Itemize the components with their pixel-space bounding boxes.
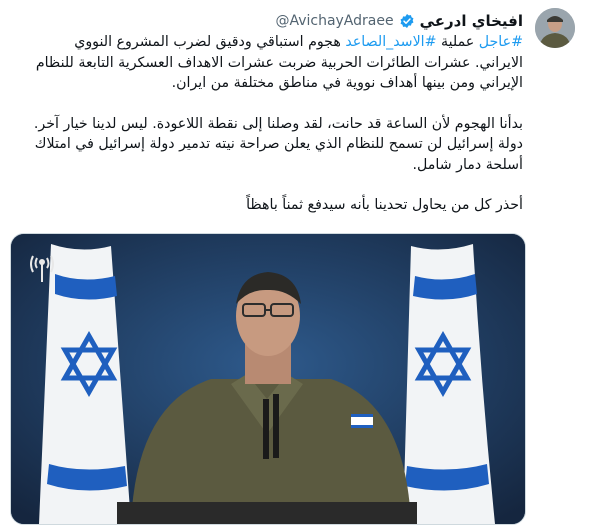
paragraph-2: بدأنا الهجوم لأن الساعة قد حانت، لقد وصل…: [15, 114, 523, 176]
text-p2-line2: دولة إسرائيل لن تسمح للنظام الذي يعلن صر…: [34, 136, 523, 152]
text-line3: الإيراني ومن بينها أهداف نووية في مناطق …: [171, 75, 523, 91]
tweet-media[interactable]: [10, 233, 526, 525]
paragraph-1: #عاجل عملية #الاسد_الصاعد هجوم استباقي و…: [15, 32, 523, 94]
text-p3: أحذر كل من يحاول تحدينا بأنه سيدفع ثمناً…: [246, 197, 523, 213]
verified-badge-icon: [399, 13, 415, 29]
text-line2: الايراني. عشرات الطائرات الحربية ضربت عش…: [35, 54, 523, 71]
handle[interactable]: @AvichayAdraee: [275, 13, 393, 29]
tweet-header: افيخاي ادرعي @AvichayAdraee: [275, 10, 523, 32]
tweet-text: #عاجل عملية #الاسد_الصاعد هجوم استباقي و…: [15, 32, 523, 216]
hashtag-urgent[interactable]: #عاجل: [479, 34, 523, 50]
hashtag-rising-lion[interactable]: #الاسد_الصاعد: [345, 34, 436, 50]
avatar[interactable]: [535, 8, 575, 48]
soldier-avatar-icon: [535, 8, 575, 48]
tweet[interactable]: افيخاي ادرعي @AvichayAdraee #عاجل عملية …: [0, 0, 589, 525]
paragraph-3: أحذر كل من يحاول تحدينا بأنه سيدفع ثمناً…: [15, 195, 523, 216]
display-name[interactable]: افيخاي ادرعي: [420, 12, 523, 30]
text-p2-line3: أسلحة دمار شامل.: [412, 156, 523, 173]
text-operation: عملية: [441, 34, 475, 50]
text-line1-rest: هجوم استباقي ودقيق لضرب المشروع النووي: [74, 34, 341, 50]
text-p2-line1: بدأنا الهجوم لأن الساعة قد حانت، لقد وصل…: [33, 115, 523, 132]
video-thumbnail: [11, 234, 525, 524]
